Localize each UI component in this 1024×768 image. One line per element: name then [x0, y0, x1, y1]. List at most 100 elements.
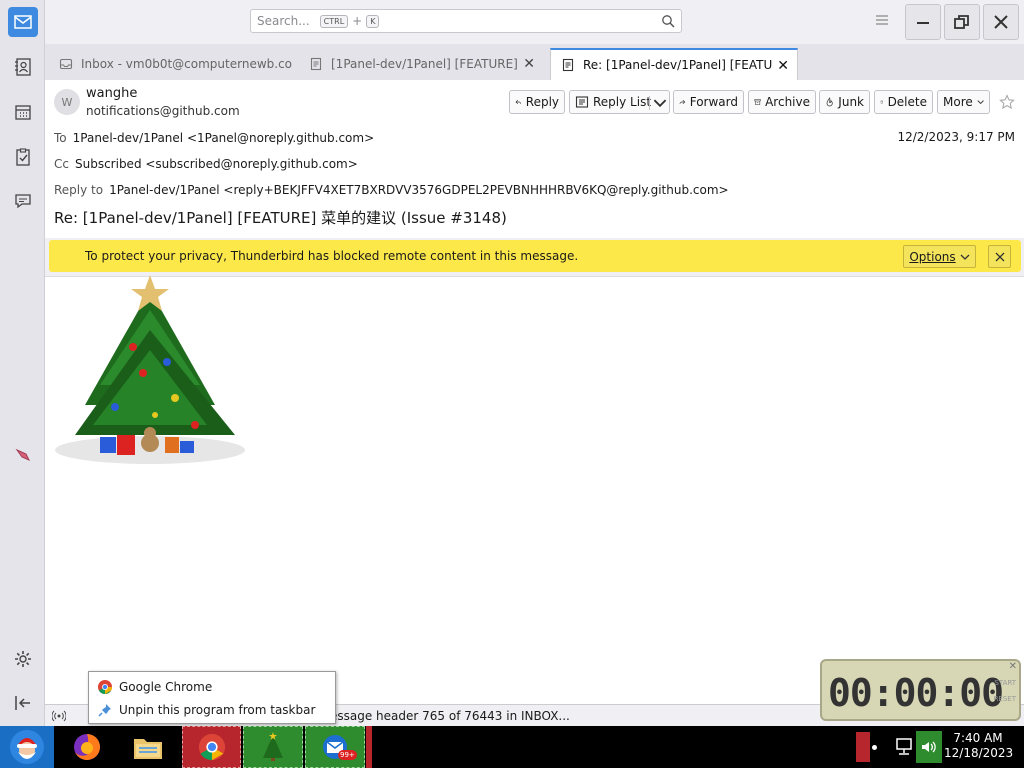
taskbar-divider: [366, 726, 372, 768]
close-window-button[interactable]: [983, 4, 1019, 40]
santa-start-icon: [10, 730, 44, 764]
chat-space-button[interactable]: [8, 186, 38, 216]
taskbar-thunderbird[interactable]: 99+: [305, 726, 365, 768]
reply-button[interactable]: Reply: [509, 90, 565, 114]
minimize-icon: [917, 22, 929, 24]
folder-icon: [134, 739, 162, 759]
taskbar-firefox[interactable]: [62, 726, 112, 768]
reply-list-button[interactable]: Reply List: [569, 90, 670, 114]
tab-message-issue[interactable]: [1Panel-dev/1Panel] [FEATURE] (Issue ✕: [299, 48, 543, 80]
to-row: To 1Panel-dev/1Panel <1Panel@noreply.gith…: [54, 131, 374, 145]
tab-inbox[interactable]: Inbox - vm0b0t@computernewb.com: [49, 48, 292, 80]
chat-icon: [15, 194, 31, 209]
mail-space-button[interactable]: [8, 7, 38, 37]
from-email[interactable]: notifications@github.com: [86, 104, 240, 118]
tab-bar: Inbox - vm0b0t@computernewb.com [1Panel-…: [45, 44, 1024, 80]
reply-icon: [515, 99, 522, 105]
tab-label: Inbox - vm0b0t@computernewb.com: [81, 57, 292, 71]
close-icon: [994, 15, 1008, 29]
to-label: To: [54, 131, 67, 145]
reply-to-label: Reply to: [54, 183, 104, 197]
junk-icon: [826, 97, 833, 107]
message-icon: [562, 58, 574, 72]
delete-button[interactable]: Delete: [874, 90, 933, 114]
message-icon: [310, 57, 322, 71]
collapse-spaces-button[interactable]: [8, 688, 38, 718]
chrome-icon: [98, 680, 113, 695]
restore-button[interactable]: [944, 4, 980, 40]
mail-icon: [14, 15, 32, 29]
taskbar-jump-list: Google Chrome Unpin this program from ta…: [88, 671, 336, 724]
restore-icon: [954, 15, 969, 29]
status-text: essage header 765 of 76443 in INBOX...: [330, 709, 570, 723]
taskbar-chrome[interactable]: [182, 726, 241, 768]
settings-space-button[interactable]: [8, 644, 38, 674]
options-button[interactable]: Options: [903, 245, 976, 268]
unread-badge: 99+: [338, 750, 357, 760]
jump-item-unpin[interactable]: Unpin this program from taskbar: [97, 702, 315, 718]
chevron-down-icon: [977, 100, 984, 105]
firefox-icon: [74, 734, 100, 760]
tasks-space-button[interactable]: [8, 142, 38, 172]
countdown-timer-gadget: ✕ 00:00:00 START RESET: [820, 659, 1021, 721]
windows-taskbar: 99+ 7:40 AM 12/18/2023: [0, 726, 1024, 768]
unpin-icon: [98, 704, 111, 717]
to-value[interactable]: 1Panel-dev/1Panel <1Panel@noreply.github…: [73, 131, 375, 145]
forward-button[interactable]: Forward: [673, 90, 744, 114]
trash-icon: [880, 100, 884, 104]
cc-value[interactable]: Subscribed <subscribed@noreply.github.co…: [75, 157, 358, 171]
addon-icon: [15, 448, 31, 461]
shortcut-k: K: [366, 14, 380, 28]
collapse-icon: [15, 696, 30, 710]
menu-icon[interactable]: [875, 14, 889, 26]
forward-icon: [679, 99, 686, 105]
timer-close-icon[interactable]: ✕: [1009, 661, 1017, 672]
tab-close-icon[interactable]: ✕: [777, 58, 789, 74]
timer-reset-button[interactable]: RESET: [994, 695, 1016, 703]
message-subject: Re: [1Panel-dev/1Panel] [FEATURE] 菜单的建议 …: [54, 209, 507, 227]
taskbar-explorer[interactable]: [123, 726, 173, 768]
notification-close-button[interactable]: [988, 245, 1011, 268]
tab-label: [1Panel-dev/1Panel] [FEATURE] (Issue: [331, 57, 521, 71]
taskbar-christmas-app[interactable]: [243, 726, 303, 768]
tray-red-block: [856, 732, 870, 762]
star-icon[interactable]: [999, 94, 1015, 110]
volume-button[interactable]: [916, 731, 942, 763]
search-icon: [662, 15, 675, 28]
chevron-down-icon: [653, 99, 667, 108]
reply-to-value[interactable]: 1Panel-dev/1Panel <reply+BEKJFFV4XET7BXR…: [109, 183, 728, 197]
junk-button[interactable]: Junk: [819, 90, 870, 114]
timer-start-button[interactable]: START: [994, 679, 1016, 687]
chrome-icon: [198, 733, 225, 761]
reply-list-label: Reply List: [593, 95, 652, 109]
address-book-space-button[interactable]: [8, 52, 38, 82]
network-icon[interactable]: [895, 737, 913, 757]
jump-item-chrome[interactable]: Google Chrome: [97, 679, 212, 695]
calendar-space-button[interactable]: [8, 97, 38, 127]
from-name[interactable]: wanghe: [86, 86, 137, 101]
online-status-icon[interactable]: [52, 709, 66, 723]
cc-label: Cc: [54, 157, 69, 171]
tab-label: Re: [1Panel-dev/1Panel] [FEATURE]: [583, 58, 773, 72]
timer-display: 00:00:00: [828, 671, 1004, 715]
thunderbird-window: Search... CTRL + K Inbox - vm0b0t@comput…: [0, 0, 1024, 768]
jump-item-label: Unpin this program from taskbar: [119, 703, 316, 717]
forward-label: Forward: [689, 95, 738, 109]
search-input[interactable]: Search... CTRL + K: [250, 9, 682, 33]
minimize-button[interactable]: [905, 4, 941, 40]
clock-date: 12/18/2023: [944, 746, 1014, 760]
more-button[interactable]: More: [937, 90, 990, 114]
archive-button[interactable]: Archive: [748, 90, 816, 114]
system-clock[interactable]: 7:40 AM 12/18/2023: [944, 731, 1014, 761]
jump-item-label: Google Chrome: [119, 680, 213, 694]
addon-space-button[interactable]: [8, 439, 38, 469]
search-placeholder: Search...: [257, 14, 310, 28]
tasks-icon: [16, 148, 30, 166]
gear-icon: [15, 651, 31, 667]
tab-message-reply[interactable]: Re: [1Panel-dev/1Panel] [FEATURE] ✕: [550, 48, 798, 80]
more-label: More: [943, 95, 973, 109]
reply-label: Reply: [525, 95, 559, 109]
reply-list-dropdown[interactable]: [649, 96, 667, 110]
start-button[interactable]: [0, 726, 54, 768]
tab-close-icon[interactable]: ✕: [523, 56, 535, 72]
